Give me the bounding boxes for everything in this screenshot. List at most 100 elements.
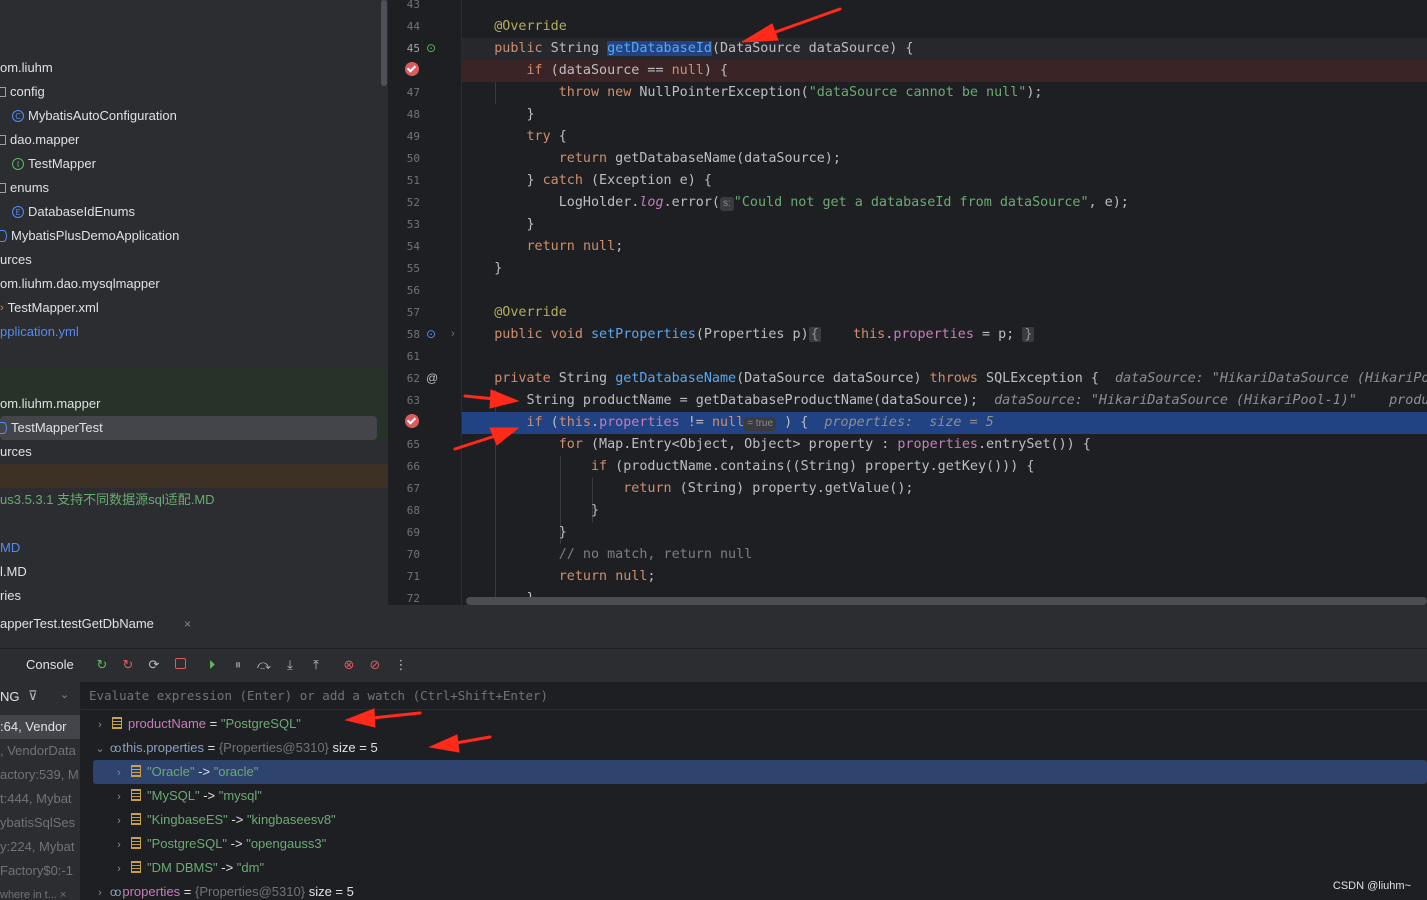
map-entry-row[interactable]: › "MySQL" -> "mysql" bbox=[81, 784, 1427, 808]
code-line-64-execution-point[interactable]: if (this.properties != null = true ) { pr… bbox=[462, 412, 1427, 434]
resume-icon[interactable]: ⏵ bbox=[204, 657, 220, 673]
stack-frame[interactable]: , VendorData bbox=[0, 739, 80, 763]
mute-breakpoints-icon[interactable]: ⊘ bbox=[367, 657, 383, 673]
tree-item-test-package[interactable]: om.liuhm.mapper bbox=[0, 392, 100, 416]
tree-item-package-liuhm[interactable]: om.liuhm bbox=[0, 56, 53, 80]
chevron-right-icon[interactable]: › bbox=[113, 809, 125, 833]
code-line-68[interactable]: } bbox=[462, 500, 1427, 522]
code-line-57[interactable]: @Override bbox=[462, 302, 1427, 324]
map-entry-row[interactable]: › "Oracle" -> "oracle" bbox=[93, 760, 1427, 784]
chevron-down-icon[interactable]: ⌄ bbox=[94, 737, 106, 761]
debug-session-tab[interactable]: apperTest.testGetDbName bbox=[0, 616, 154, 631]
code-line-46[interactable]: if (dataSource == null) { bbox=[462, 60, 1427, 82]
tree-item-mysqlmapper-package[interactable]: om.liuhm.dao.mysqlmapper bbox=[0, 272, 160, 296]
folded-block[interactable]: } bbox=[1022, 327, 1035, 342]
chevron-down-icon[interactable]: ⌄ bbox=[60, 688, 69, 701]
map-entry-row[interactable]: › "DM DBMS" -> "dm" bbox=[81, 856, 1427, 880]
code-editor[interactable]: 43 44 45 47 48 49 50 51 52 53 54 55 56 5… bbox=[389, 0, 1427, 605]
step-over-icon[interactable]: ⤼ bbox=[256, 657, 272, 673]
chevron-right-icon[interactable]: › bbox=[113, 761, 125, 785]
code-line-52[interactable]: LogHolder.log.error(s: "Could not get a d… bbox=[462, 192, 1427, 214]
tree-item-database-id-enums[interactable]: E DatabaseIdEnums bbox=[12, 200, 135, 224]
tree-item-libraries[interactable]: ries bbox=[0, 584, 21, 605]
stop-icon[interactable] bbox=[172, 657, 188, 673]
code-line-65[interactable]: for (Map.Entry<Object, Object> property … bbox=[462, 434, 1427, 456]
stack-frame[interactable]: actory:539, M bbox=[0, 763, 80, 787]
code-line-45[interactable]: public String getDatabaseId(DataSource d… bbox=[462, 38, 1427, 60]
code-line-55[interactable]: } bbox=[462, 258, 1427, 280]
code-line-62[interactable]: private String getDatabaseName(DataSourc… bbox=[462, 368, 1427, 390]
close-icon[interactable]: × bbox=[184, 617, 191, 631]
variable-row[interactable]: › productName = "PostgreSQL" bbox=[81, 712, 1427, 736]
fold-expand-icon[interactable]: › bbox=[451, 323, 455, 345]
evaluate-expression-input[interactable]: Evaluate expression (Enter) or add a wat… bbox=[81, 682, 1427, 710]
view-breakpoints-icon[interactable]: ⊗ bbox=[341, 657, 357, 673]
tree-item-resources[interactable]: urces bbox=[0, 248, 32, 272]
variable-row[interactable]: › oo properties = {Properties@5310} size =… bbox=[81, 880, 1427, 900]
variable-row[interactable]: ⌄ oo this.properties = {Properties@5310} s… bbox=[81, 736, 1427, 760]
selected-method-name[interactable]: getDatabaseId bbox=[607, 41, 712, 56]
folded-block[interactable]: { bbox=[808, 327, 821, 342]
code-line-70[interactable]: // no match, return null bbox=[462, 544, 1427, 566]
code-line-49[interactable]: try { bbox=[462, 126, 1427, 148]
chevron-right-icon[interactable]: › bbox=[94, 881, 106, 900]
tree-item-test-mapper-test[interactable]: TestMapperTest bbox=[0, 416, 377, 440]
thread-selector[interactable]: NG bbox=[0, 689, 20, 704]
tree-item-md[interactable]: MD bbox=[0, 536, 20, 560]
chevron-right-icon[interactable]: › bbox=[113, 785, 125, 809]
map-entry-row[interactable]: › "PostgreSQL" -> "opengauss3" bbox=[81, 832, 1427, 856]
rerun-icon[interactable]: ↻ bbox=[94, 657, 110, 673]
annotation-at-icon[interactable]: @ bbox=[426, 367, 438, 389]
code-line-69[interactable]: } bbox=[462, 522, 1427, 544]
breakpoint-icon[interactable] bbox=[405, 62, 419, 76]
step-into-icon[interactable]: ⤓ bbox=[282, 657, 298, 673]
code-line-66[interactable]: if (productName.contains((String) proper… bbox=[462, 456, 1427, 478]
pause-icon[interactable]: ⏸ bbox=[230, 657, 246, 673]
stack-frame[interactable]: Factory$0:-1 bbox=[0, 859, 80, 883]
stack-frame[interactable]: ybatisSqlSes bbox=[0, 811, 80, 835]
tree-item-mybatis-auto-configuration[interactable]: C MybatisAutoConfiguration bbox=[12, 104, 177, 128]
code-line-44[interactable]: @Override bbox=[462, 16, 1427, 38]
tree-item-l-md[interactable]: l.MD bbox=[0, 560, 27, 584]
map-entry-row[interactable]: › "KingbaseES" -> "kingbaseesv8" bbox=[81, 808, 1427, 832]
restart-frame-icon[interactable]: ⟳ bbox=[146, 657, 162, 673]
stack-frame[interactable]: y:224, Mybat bbox=[0, 835, 80, 859]
code-line-54[interactable]: return null; bbox=[462, 236, 1427, 258]
line-number: 51 bbox=[406, 174, 420, 187]
code-line-50[interactable]: return getDatabaseName(dataSource); bbox=[462, 148, 1427, 170]
step-out-icon[interactable]: ⤒ bbox=[308, 657, 324, 673]
stack-frame[interactable]: :64, Vendor bbox=[0, 715, 80, 739]
chevron-right-icon[interactable]: › bbox=[113, 833, 125, 857]
editor-gutter[interactable]: 43 44 45 47 48 49 50 51 52 53 54 55 56 5… bbox=[389, 0, 462, 605]
tree-item-test-mapper-xml[interactable]: › TestMapper.xml bbox=[0, 296, 99, 320]
tree-item-application-class[interactable]: MybatisPlusDemoApplication bbox=[0, 224, 179, 248]
code-line-58[interactable]: public void setProperties(Properties p){… bbox=[462, 324, 1427, 346]
chevron-right-icon[interactable]: › bbox=[113, 857, 125, 881]
breakpoint-icon[interactable] bbox=[405, 414, 419, 428]
editor-horizontal-scrollbar[interactable] bbox=[466, 597, 1427, 605]
stack-frame[interactable]: t:444, Mybat bbox=[0, 787, 80, 811]
code-line-63[interactable]: String productName = getDatabaseProductN… bbox=[462, 390, 1427, 412]
code-line-47[interactable]: throw new NullPointerException("dataSour… bbox=[462, 82, 1427, 104]
code-line-71[interactable]: return null; bbox=[462, 566, 1427, 588]
code-line-67[interactable]: return (String) property.getValue(); bbox=[462, 478, 1427, 500]
tree-item-test-mapper[interactable]: I TestMapper bbox=[12, 152, 96, 176]
filter-icon[interactable]: ⊽ bbox=[28, 688, 38, 704]
code-line-48[interactable]: } bbox=[462, 104, 1427, 126]
tree-item-application-yml[interactable]: pplication.yml bbox=[0, 320, 79, 344]
implement-icon[interactable]: ⊙ bbox=[426, 323, 436, 345]
code-line-51[interactable]: } catch (Exception e) { bbox=[462, 170, 1427, 192]
frames-hint[interactable]: where in t... × bbox=[0, 883, 80, 900]
project-scrollbar[interactable] bbox=[381, 0, 387, 86]
tree-item-dao-mapper[interactable]: dao.mapper bbox=[0, 128, 79, 152]
console-tab[interactable]: Console bbox=[26, 657, 74, 672]
tree-item-test-resources[interactable]: urces bbox=[0, 440, 32, 464]
tree-item-readme-sql[interactable]: us3.5.3.1 支持不同数据源sql适配.MD bbox=[0, 488, 215, 512]
more-options-icon[interactable]: ⋮ bbox=[393, 657, 409, 673]
tree-item-enums[interactable]: enums bbox=[0, 176, 49, 200]
tree-item-config[interactable]: config bbox=[0, 80, 45, 104]
chevron-right-icon[interactable]: › bbox=[94, 713, 106, 737]
override-icon[interactable]: ⊙ bbox=[426, 37, 436, 59]
rerun-failed-icon[interactable]: ↻ bbox=[120, 657, 136, 673]
code-line-53[interactable]: } bbox=[462, 214, 1427, 236]
